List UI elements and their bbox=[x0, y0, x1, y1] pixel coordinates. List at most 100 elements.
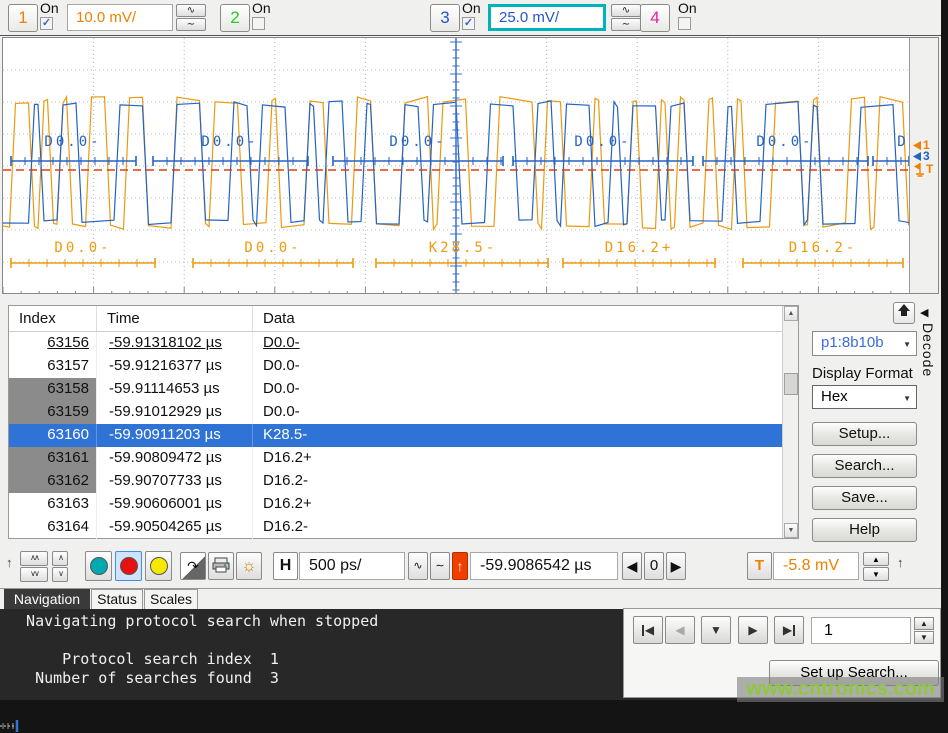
zoom-wave-icon[interactable]: ∿ bbox=[408, 552, 428, 580]
step-down-button[interactable]: ∨ bbox=[52, 567, 68, 582]
display-format-label: Display Format bbox=[812, 365, 913, 382]
channel-3-coupling-icon[interactable]: ∿ bbox=[611, 4, 641, 17]
pan-left-icon[interactable]: ◀ bbox=[622, 552, 642, 580]
status-tabs: Navigation Status Scales bbox=[0, 589, 941, 609]
table-row[interactable]: 63157-59.91216377 µsD0.0- bbox=[9, 355, 798, 378]
zero-position-button[interactable]: 0 bbox=[644, 552, 664, 580]
channel-toolbar: 1 On ✓ 10.0 mV/ ∿ ∼ 2 On 3 On ✓ 25.0 mV/… bbox=[0, 0, 941, 36]
decode-table-body: 63156-59.91318102 µsD0.0-63157-59.912163… bbox=[9, 332, 798, 539]
channel-4-button[interactable]: 4 bbox=[640, 4, 670, 32]
column-time: Time bbox=[97, 306, 253, 331]
index-up-icon[interactable]: ▲ bbox=[914, 617, 934, 630]
decode-panel-title: Decode bbox=[920, 323, 936, 377]
channel-2-on-checkbox[interactable] bbox=[252, 17, 265, 30]
control-toolbar: ↑ ∧∧ ∨∨ ∧ ∨ ↷ ☼ H 500 ps/ ∿ ∼ ↑ -59.9086… bbox=[0, 545, 941, 589]
index-down-icon[interactable]: ▼ bbox=[914, 631, 934, 644]
timebase-field[interactable]: 500 ps/ bbox=[299, 552, 405, 580]
decode-bus-label: D16.2- bbox=[789, 240, 858, 256]
waveform-display[interactable]: D0.0-D0.0-D0.0-D0.0-D0.0-DD0.0-D0.0-K28.… bbox=[2, 37, 939, 294]
table-row[interactable]: 63159-59.91012929 µsD0.0- bbox=[9, 401, 798, 424]
help-button[interactable]: Help bbox=[812, 518, 917, 542]
decode-bus-label: K28.5- bbox=[429, 240, 498, 256]
channel-4-on-label: On bbox=[678, 0, 697, 16]
channel-1-coupling-icon[interactable]: ∿ bbox=[176, 4, 206, 17]
oscilloscope-app: 1 On ✓ 10.0 mV/ ∿ ∼ 2 On 3 On ✓ 25.0 mV/… bbox=[0, 0, 941, 700]
tab-scales[interactable]: Scales bbox=[144, 589, 198, 609]
print-icon[interactable] bbox=[208, 552, 234, 580]
table-row[interactable]: 63158-59.91114653 µsD0.0- bbox=[9, 378, 798, 401]
step-up-button[interactable]: ∧ bbox=[52, 551, 68, 566]
scroll-up-icon[interactable]: ▲ bbox=[784, 306, 798, 321]
table-row[interactable]: 63161-59.90809472 µsD16.2+ bbox=[9, 447, 798, 470]
tab-status[interactable]: Status bbox=[91, 589, 143, 609]
scroll-down-icon[interactable]: ▼ bbox=[784, 523, 798, 538]
decode-bus-selector[interactable]: p1:8b10b ▼ bbox=[812, 331, 917, 356]
channel-3-on-label: On bbox=[462, 0, 481, 16]
listing-section: Index Time Data 63156-59.91318102 µsD0.0… bbox=[0, 295, 941, 545]
pan-right-icon[interactable]: ▶ bbox=[666, 552, 686, 580]
scroll-chevrons-down-button[interactable]: ∨∨ bbox=[20, 567, 48, 582]
column-index: Index bbox=[9, 306, 97, 331]
column-data: Data bbox=[253, 306, 798, 331]
horizontal-button[interactable]: H bbox=[273, 552, 298, 580]
decode-bus-label: D0.0- bbox=[244, 240, 301, 256]
search-index-field[interactable]: 1 bbox=[811, 617, 911, 644]
channel-1-scale-field[interactable]: 10.0 mV/ bbox=[67, 4, 173, 31]
down-result-button[interactable]: ▼ bbox=[701, 616, 731, 644]
decode-table: Index Time Data 63156-59.91318102 µsD0.0… bbox=[8, 305, 799, 539]
watermark: www.cntronics.com bbox=[737, 677, 944, 702]
trigger-level-down-icon[interactable]: ▼ bbox=[863, 567, 889, 581]
decode-bus-label: D0.0- bbox=[201, 134, 258, 150]
cursor-arrow-icon: ↑ bbox=[6, 555, 13, 570]
chevron-down-icon: ▼ bbox=[903, 394, 911, 403]
run-button[interactable] bbox=[85, 551, 112, 581]
last-result-button[interactable]: ▶ bbox=[774, 616, 804, 644]
trigger-button[interactable]: T bbox=[747, 552, 772, 580]
status-text: Navigating protocol search when stopped … bbox=[8, 612, 378, 688]
horizontal-position-field[interactable]: -59.9086542 µs bbox=[470, 552, 618, 580]
display-format-select[interactable]: Hex ▼ bbox=[812, 385, 917, 409]
save-button[interactable]: Save... bbox=[812, 486, 917, 510]
decode-panel-tab[interactable]: ◀ Decode bbox=[920, 303, 938, 413]
table-row[interactable]: 63160-59.90911203 µsK28.5- bbox=[9, 424, 798, 447]
touch-toggle-icon[interactable]: ↷ bbox=[180, 552, 206, 580]
tab-navigation[interactable]: Navigation bbox=[4, 589, 90, 609]
channel-1-button[interactable]: 1 bbox=[8, 4, 38, 32]
channel-2-button[interactable]: 2 bbox=[220, 4, 250, 32]
reference-point-icon[interactable]: ↑ bbox=[452, 552, 468, 580]
table-row[interactable]: 63164-59.90504265 µsD16.2- bbox=[9, 516, 798, 539]
channel-3-scale-field[interactable]: 25.0 mV/ bbox=[488, 4, 606, 31]
setup-button[interactable]: Setup... bbox=[812, 422, 917, 446]
stop-button[interactable] bbox=[115, 551, 142, 581]
decode-table-header: Index Time Data bbox=[9, 306, 798, 332]
trigger-level-marker-icon[interactable]: T bbox=[913, 161, 933, 177]
scrollbar-thumb[interactable] bbox=[784, 373, 798, 395]
decode-bus-label: D bbox=[897, 134, 908, 150]
decode-bus-label: D0.0- bbox=[574, 134, 631, 150]
previous-result-button[interactable]: ◀ bbox=[665, 616, 695, 644]
single-button[interactable] bbox=[145, 551, 172, 581]
search-button[interactable]: Search... bbox=[812, 454, 917, 478]
channel-3-button[interactable]: 3 bbox=[430, 4, 460, 32]
table-scrollbar[interactable]: ▲ ▼ bbox=[782, 306, 798, 538]
sine-wave-icon[interactable]: ∼ bbox=[430, 552, 450, 580]
channel-2-on-label: On bbox=[252, 0, 271, 16]
scroll-chevrons-up-button[interactable]: ∧∧ bbox=[20, 551, 48, 566]
marker-gutter: 1 3 T bbox=[909, 38, 939, 294]
channel-3-on-checkbox[interactable]: ✓ bbox=[462, 17, 475, 30]
channel-1-on-checkbox[interactable]: ✓ bbox=[40, 17, 53, 30]
channel-1-waveform-icon[interactable]: ∼ bbox=[176, 18, 206, 31]
table-row[interactable]: 63163-59.90606001 µsD16.2+ bbox=[9, 493, 798, 516]
table-row[interactable]: 63162-59.90707733 µsD16.2- bbox=[9, 470, 798, 493]
decode-bus-label: D0.0- bbox=[756, 134, 813, 150]
trigger-level-field[interactable]: -5.8 mV bbox=[773, 552, 859, 580]
expand-up-button[interactable] bbox=[893, 302, 915, 324]
first-result-button[interactable]: ◀ bbox=[633, 616, 663, 644]
channel-3-waveform-icon[interactable]: ∼ bbox=[611, 18, 641, 31]
brightness-icon[interactable]: ☼ bbox=[236, 552, 262, 580]
table-row[interactable]: 63156-59.91318102 µsD0.0- bbox=[9, 332, 798, 355]
next-result-button[interactable]: ▶ bbox=[738, 616, 768, 644]
trigger-level-up-icon[interactable]: ▲ bbox=[863, 552, 889, 566]
channel-4-on-checkbox[interactable] bbox=[678, 17, 691, 30]
collapse-left-icon: ◀ bbox=[920, 307, 928, 319]
